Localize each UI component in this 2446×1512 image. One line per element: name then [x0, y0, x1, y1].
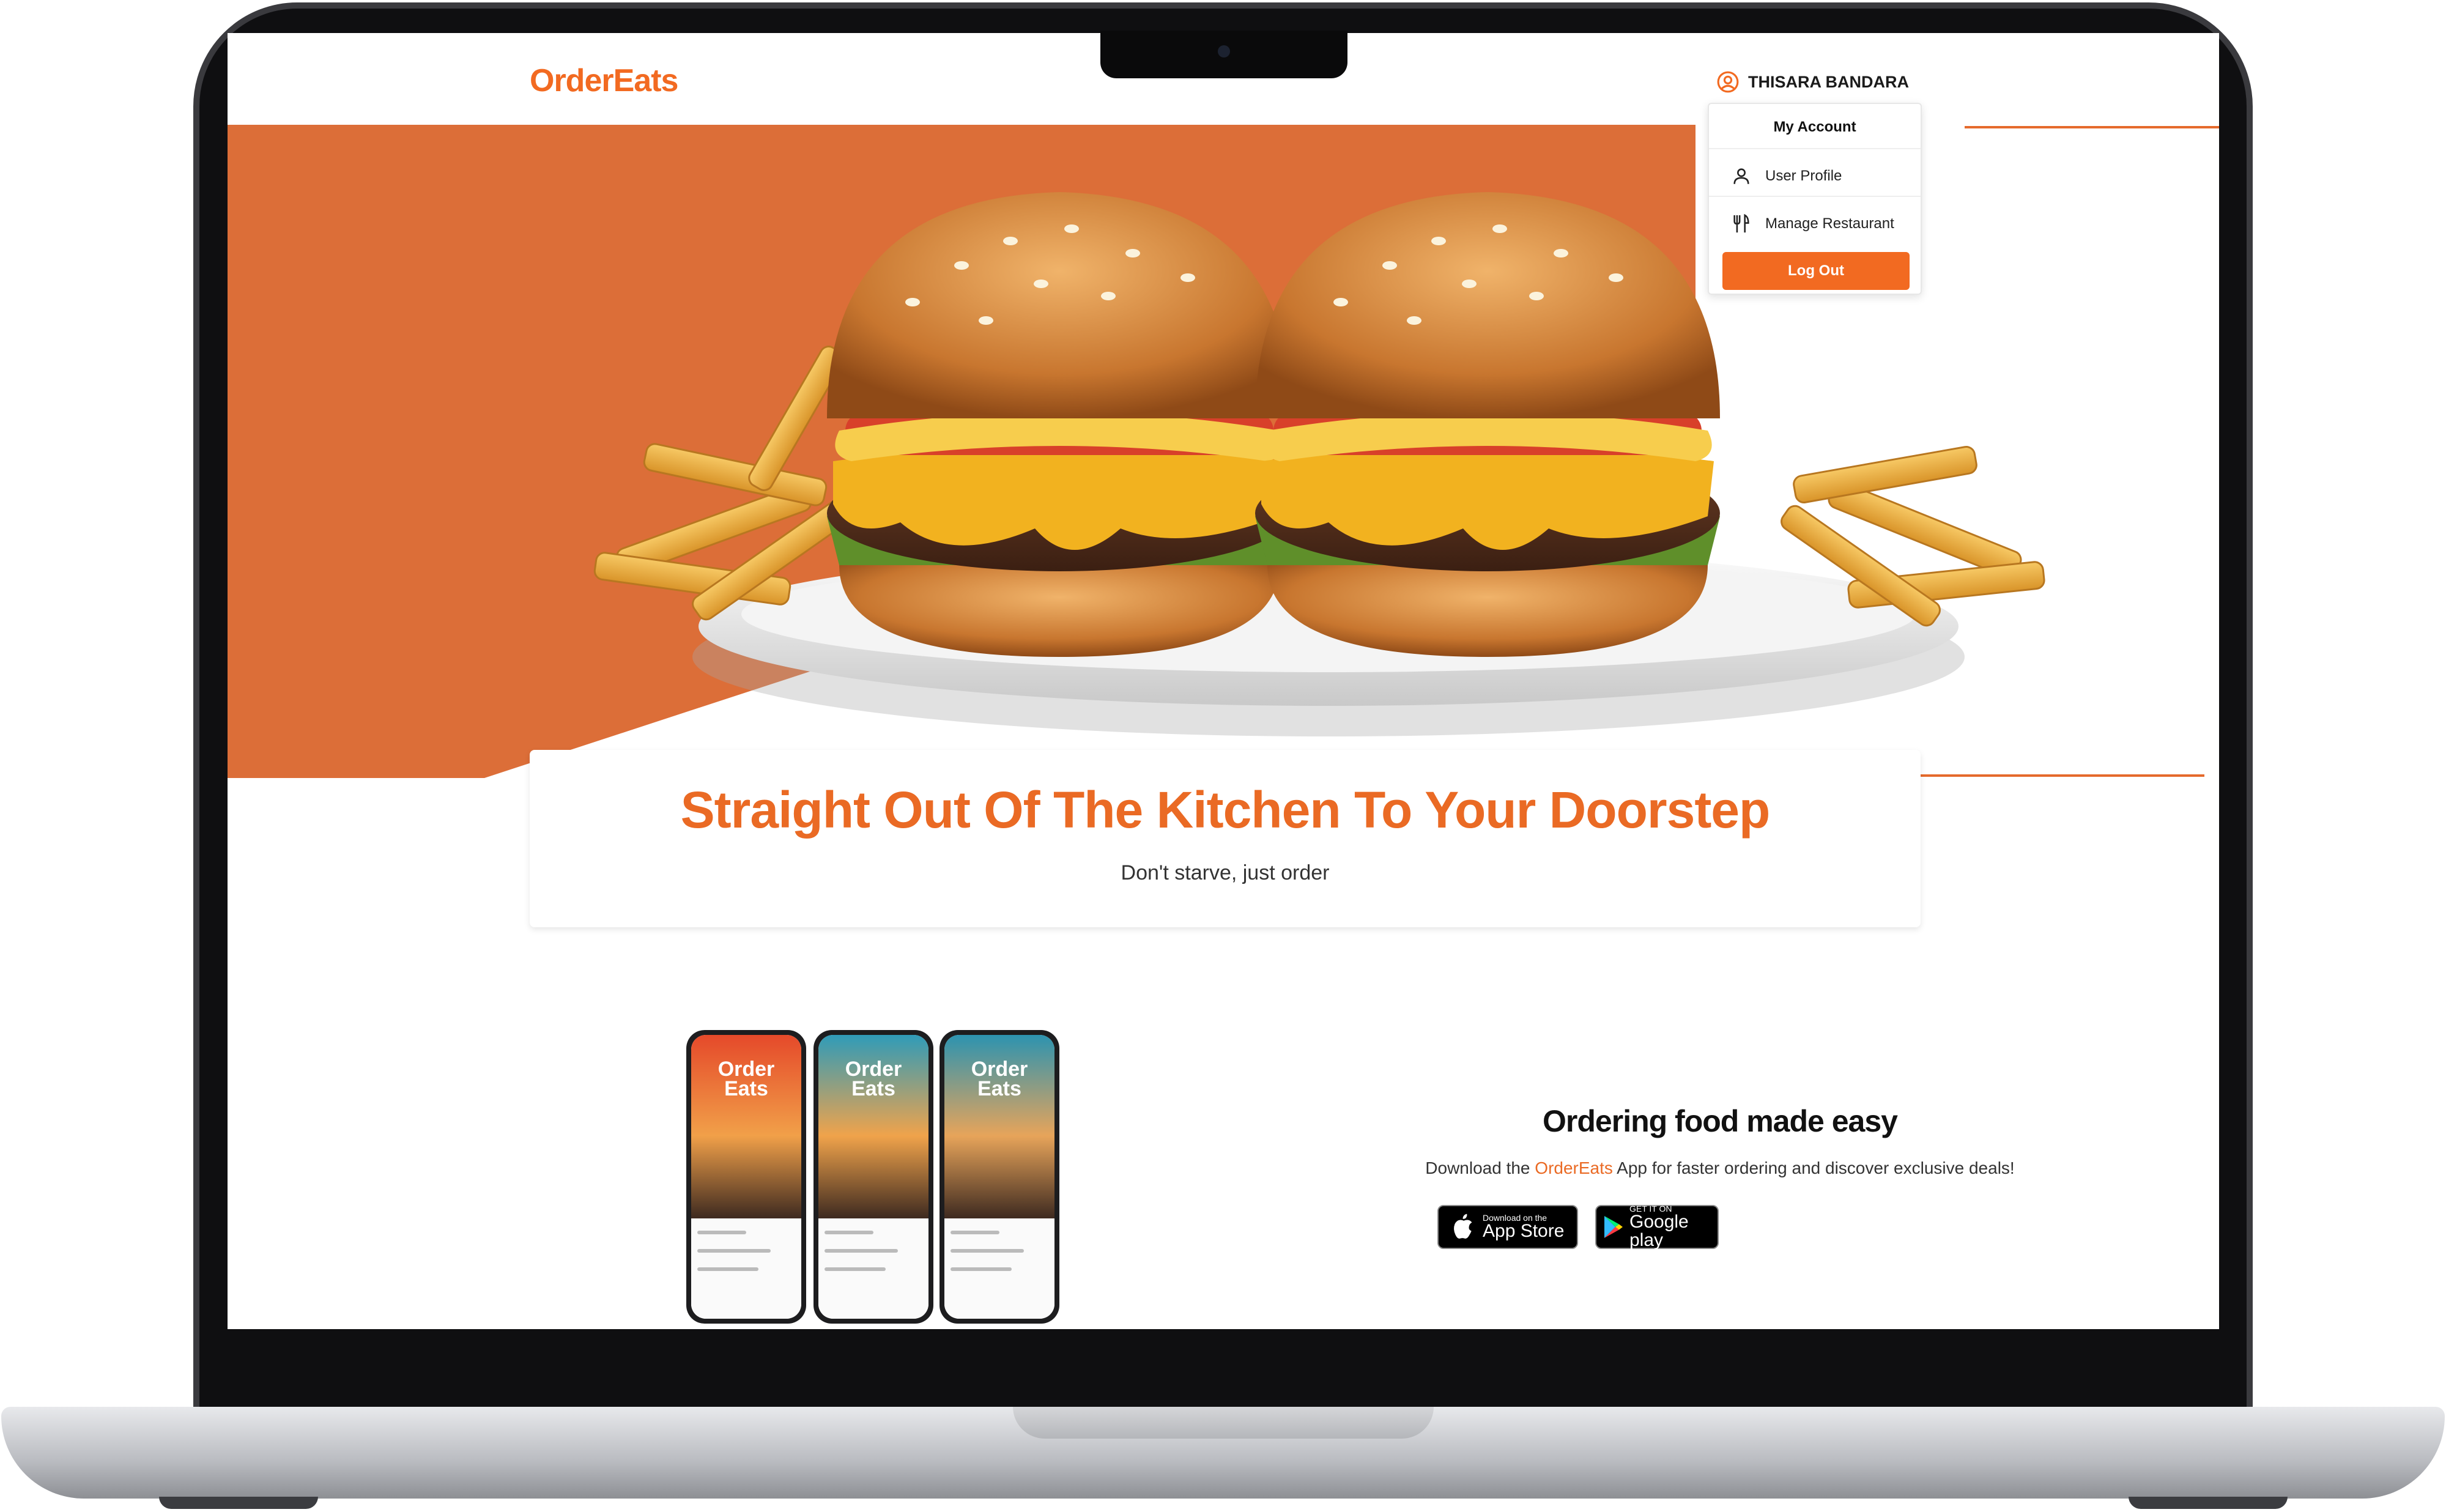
app-promo-text: Download the OrderEats App for faster or…	[1425, 1158, 2015, 1177]
utensils-icon	[1733, 213, 1749, 233]
dropdown-divider	[1709, 196, 1921, 197]
apple-icon	[1454, 1214, 1472, 1239]
user-circle-icon	[1717, 71, 1739, 93]
account-dropdown: My Account User Profile Manage Restauran…	[1708, 103, 1922, 295]
hero-subheadline: Don't starve, just order	[1121, 861, 1330, 884]
phone-app-title: Order Eats	[971, 1058, 1028, 1100]
accent-line-top	[1965, 126, 2219, 128]
phone-app-title: Order Eats	[717, 1058, 775, 1100]
menu-item-label: User Profile	[1765, 168, 1842, 184]
google-play-button[interactable]: GET IT ON Google play	[1595, 1204, 1719, 1250]
menu-item-user-profile[interactable]: User Profile	[1731, 161, 1842, 191]
phone-mockup: Order Eats	[939, 1030, 1059, 1324]
app-store-button[interactable]: Download on the App Store	[1437, 1205, 1578, 1249]
laptop-foot-right	[2129, 1497, 2288, 1509]
dropdown-title: My Account	[1773, 119, 1856, 135]
laptop-lip	[1013, 1407, 1434, 1439]
logout-button[interactable]: Log Out	[1722, 252, 1910, 290]
app-phones-image: Order Eats Order Eats Order Eats	[686, 1030, 1065, 1329]
brand-logo[interactable]: OrderEats	[530, 62, 678, 99]
dropdown-divider	[1709, 148, 1921, 149]
hero-headline-card: Straight Out Of The Kitchen To Your Door…	[530, 750, 1921, 927]
laptop-foot-left	[159, 1497, 318, 1509]
app-promo-title: Ordering food made easy	[1543, 1104, 1898, 1138]
phone-mockup: Order Eats	[686, 1030, 806, 1324]
brand-link: OrderEats	[1535, 1158, 1613, 1177]
user-name: THISARA BANDARA	[1748, 72, 1909, 91]
app-store-label: App Store	[1483, 1221, 1565, 1241]
user-icon	[1733, 168, 1749, 184]
menu-item-label: Manage Restaurant	[1765, 215, 1894, 232]
user-menu-button[interactable]: THISARA BANDARA	[1716, 67, 1909, 97]
google-play-label: Google play	[1629, 1212, 1689, 1250]
menu-item-manage-restaurant[interactable]: Manage Restaurant	[1731, 209, 1894, 239]
hero-headline: Straight Out Of The Kitchen To Your Door…	[680, 781, 1771, 839]
phone-mockup: Order Eats	[813, 1030, 933, 1324]
google-play-icon	[1604, 1216, 1623, 1238]
phone-app-title: Order Eats	[845, 1058, 902, 1100]
camera-icon	[1218, 45, 1230, 57]
browser-viewport: OrderEats THISARA BANDARA My Account Use…	[228, 33, 2219, 1329]
